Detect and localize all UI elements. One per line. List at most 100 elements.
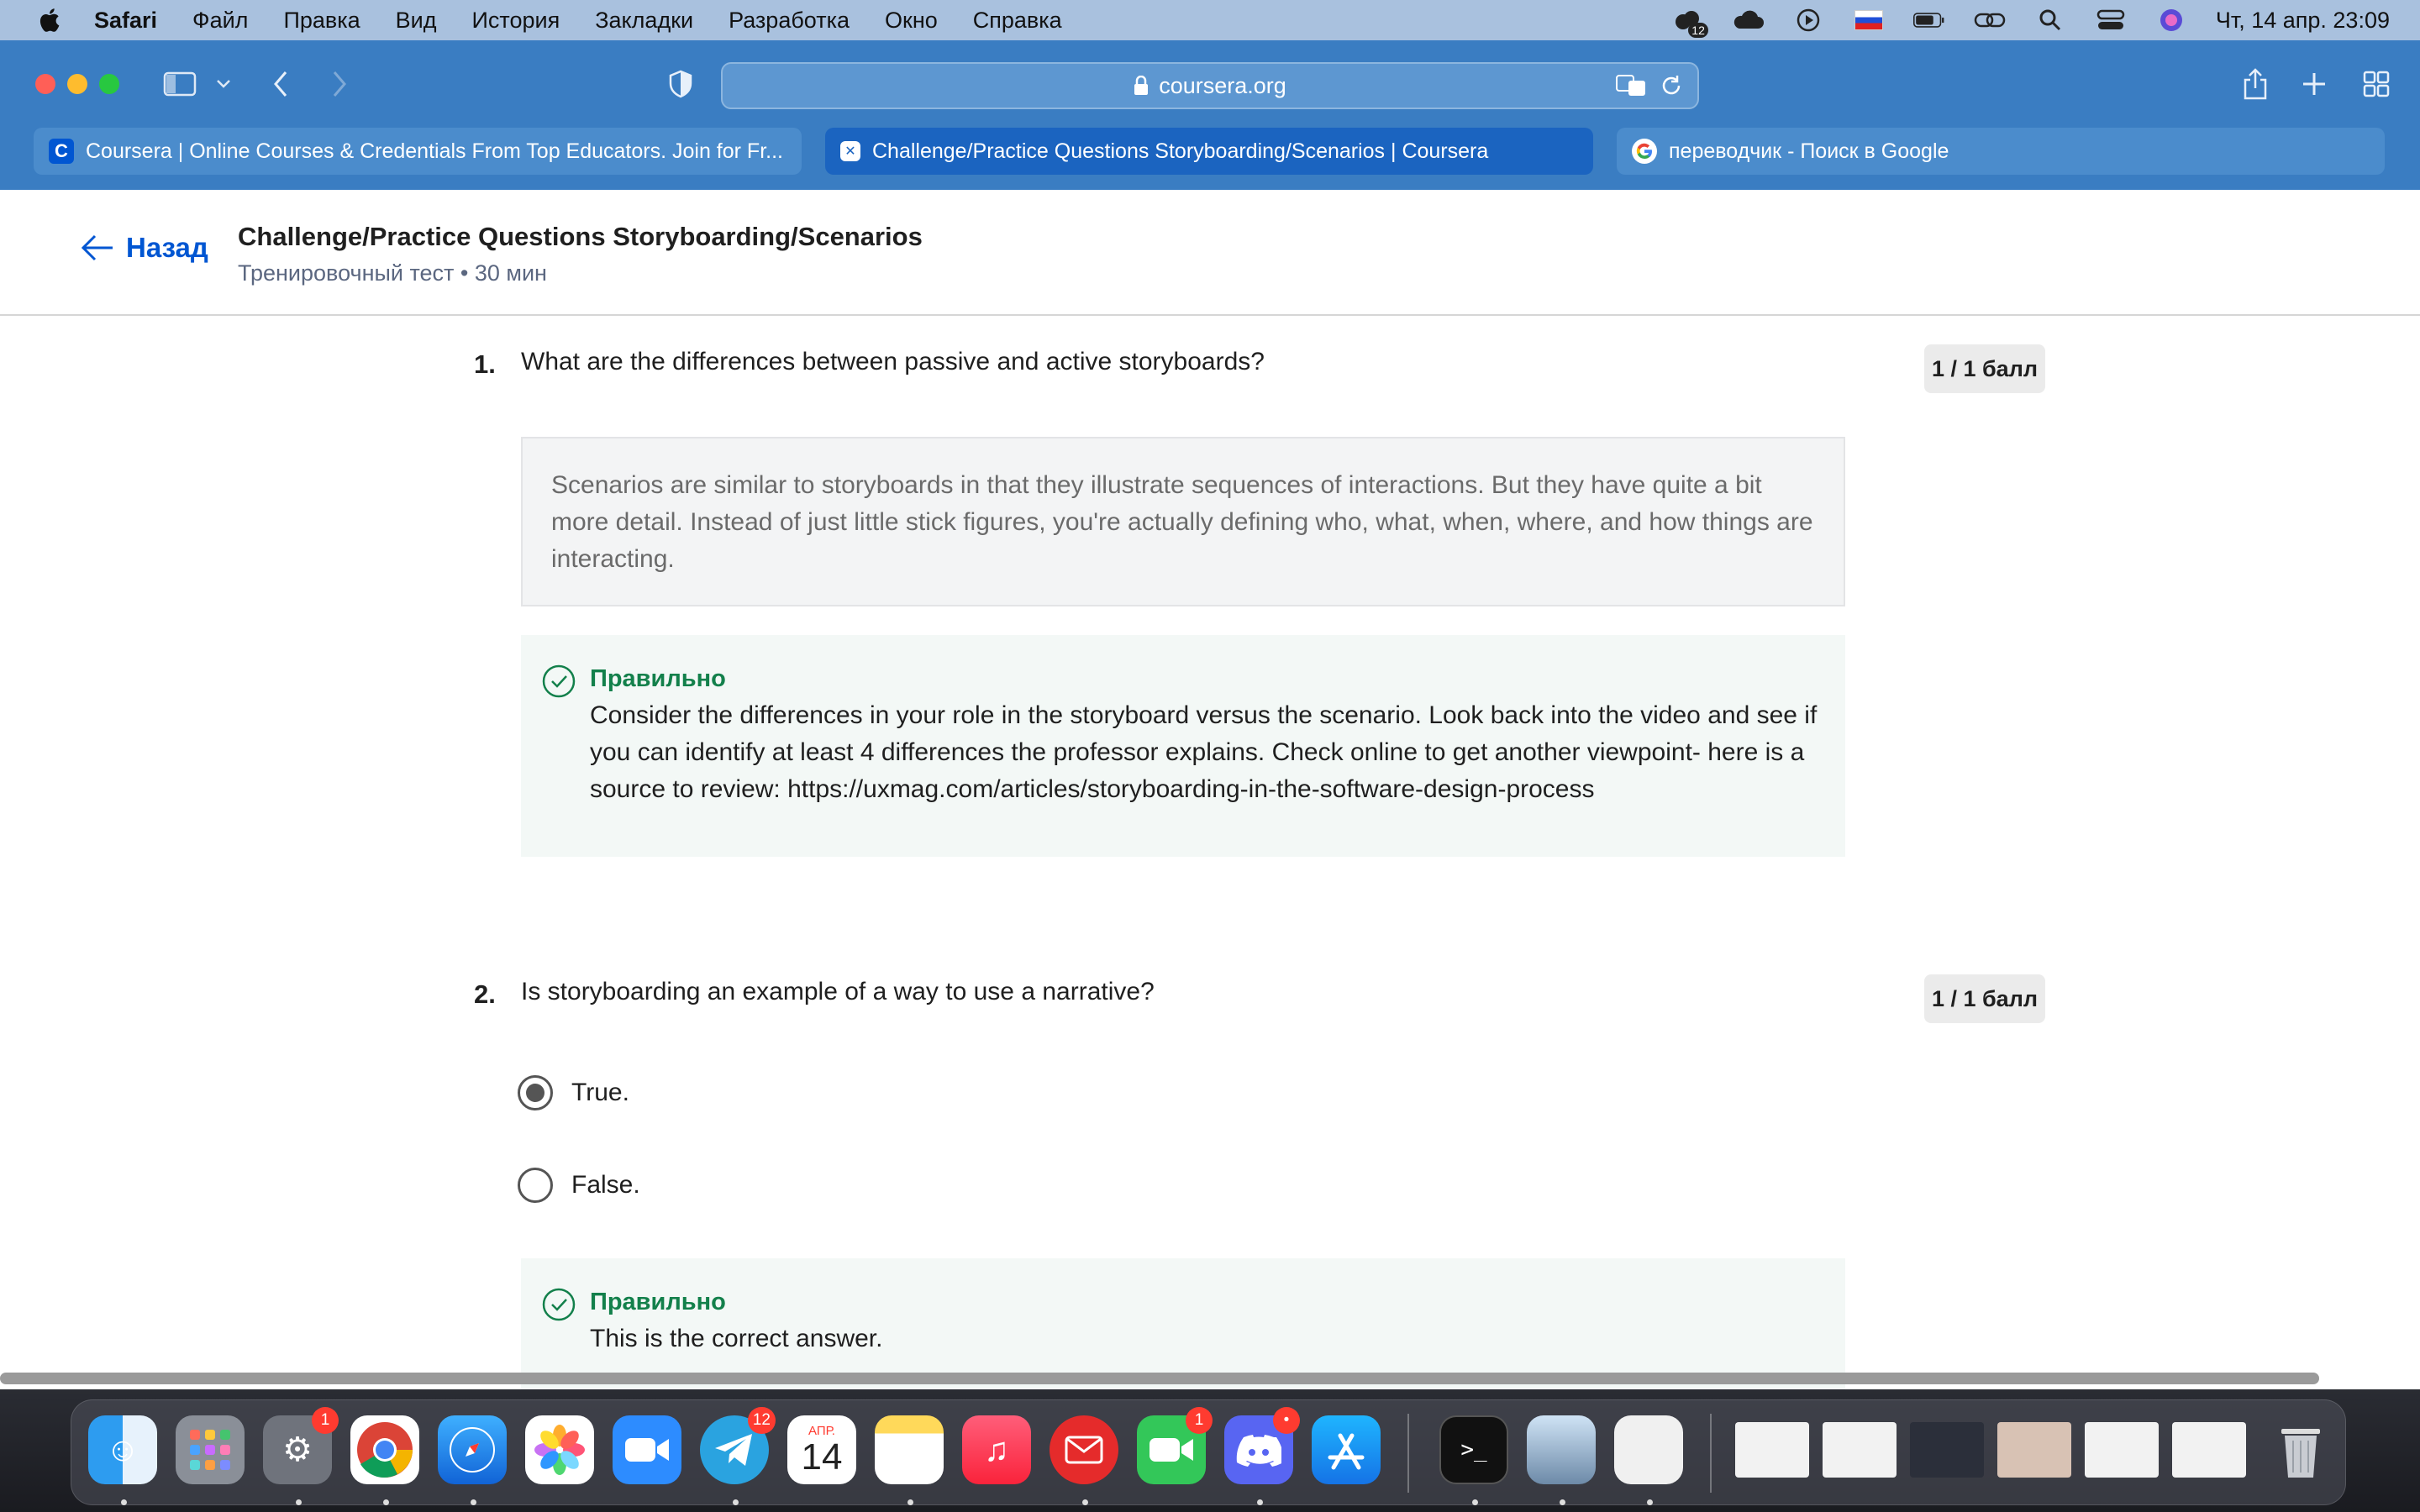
safari-icon[interactable] [438, 1415, 507, 1484]
check-circle-icon [542, 664, 576, 698]
share-icon[interactable] [2235, 64, 2275, 104]
quiz-header: Назад Challenge/Practice Questions Story… [0, 190, 2420, 316]
forward-arrow-icon[interactable] [319, 64, 360, 104]
finder-icon[interactable]: ☺ [88, 1415, 157, 1484]
launchpad-icon[interactable] [176, 1415, 245, 1484]
option-label: False. [571, 1171, 640, 1199]
document-icon[interactable] [1614, 1415, 1683, 1484]
minimized-window-thumbnail[interactable] [1997, 1422, 2071, 1478]
minimized-window-thumbnail[interactable] [1735, 1422, 1809, 1478]
zoom-icon[interactable] [613, 1415, 681, 1484]
radio-selected[interactable] [518, 1075, 553, 1110]
system-settings-icon[interactable]: ⚙ 1 [263, 1407, 339, 1484]
dock-badge: 1 [1186, 1407, 1213, 1434]
dock-badge: • [1273, 1407, 1300, 1434]
menubar-clock[interactable]: Чт, 14 апр. 23:09 [2216, 8, 2390, 34]
address-bar[interactable]: coursera.org [721, 62, 1699, 109]
check-circle-icon [542, 1288, 576, 1321]
feedback-title: Правильно [590, 665, 726, 692]
battery-icon[interactable] [1912, 8, 1945, 33]
calendar-month: АПР. [808, 1423, 835, 1438]
menu-help[interactable]: Справка [973, 8, 1062, 34]
control-center-icon[interactable] [2095, 8, 2127, 33]
chrome-icon[interactable] [350, 1415, 419, 1484]
tab-coursera-home[interactable]: C Coursera | Online Courses & Credential… [34, 128, 802, 175]
discord-icon[interactable]: • [1224, 1407, 1300, 1484]
radio-option-true[interactable]: True. [518, 1075, 629, 1110]
siri-icon[interactable] [2155, 8, 2187, 33]
reload-icon[interactable] [1659, 72, 1684, 99]
question-text: Is storyboarding an example of a way to … [521, 978, 1155, 1005]
back-label: Назад [126, 232, 208, 263]
notes-icon[interactable] [875, 1415, 944, 1484]
new-tab-plus-icon[interactable] [2294, 64, 2334, 104]
input-language-flag-icon[interactable] [1853, 8, 1885, 33]
feedback-text: Consider the differences in your role in… [590, 701, 1818, 803]
minimize-window-button[interactable] [67, 74, 87, 94]
menu-edit[interactable]: Правка [283, 8, 360, 34]
photos-icon[interactable] [525, 1415, 594, 1484]
creative-cloud-icon[interactable]: 12 [1671, 8, 1708, 38]
back-link[interactable]: Назад [81, 232, 208, 264]
apple-menu-icon[interactable] [35, 5, 66, 35]
menu-bookmarks[interactable]: Закладки [595, 8, 693, 34]
menu-view[interactable]: Вид [396, 8, 437, 34]
trash-icon[interactable] [2266, 1415, 2335, 1484]
translate-icon[interactable] [1615, 72, 1647, 99]
chevron-down-icon[interactable] [203, 64, 244, 104]
tab-practice-questions[interactable]: ✕ Challenge/Practice Questions Storyboar… [825, 128, 1593, 175]
music-icon[interactable]: ♫ [962, 1415, 1031, 1484]
minimized-window-thumbnail[interactable] [2085, 1422, 2159, 1478]
menu-file[interactable]: Файл [192, 8, 248, 34]
menu-window[interactable]: Окно [885, 8, 938, 34]
minimized-window-thumbnail[interactable] [1910, 1422, 1984, 1478]
zoom-window-button[interactable] [99, 74, 119, 94]
close-window-button[interactable] [35, 74, 55, 94]
dock: ☺ ⚙ 1 12 АПР. 14 ♫ 1 • >_ [71, 1399, 2346, 1505]
address-text: coursera.org [1159, 72, 1286, 98]
dock-badge: 12 [747, 1407, 776, 1434]
sidebar-toggle-icon[interactable] [160, 64, 200, 104]
preview-icon[interactable] [1527, 1415, 1596, 1484]
link-icon[interactable] [1974, 8, 2006, 33]
menu-develop[interactable]: Разработка [729, 8, 850, 34]
mail-app-icon[interactable] [1050, 1415, 1118, 1484]
desktop-dock-area: ☺ ⚙ 1 12 АПР. 14 ♫ 1 • >_ [0, 1389, 2420, 1512]
coursera-icon: C [49, 139, 74, 164]
google-icon [1632, 139, 1657, 164]
tray-badge: 12 [1688, 23, 1708, 38]
privacy-shield-icon[interactable] [660, 64, 701, 104]
points-badge: 1 / 1 балл [1924, 344, 2045, 393]
calendar-icon[interactable]: АПР. 14 [787, 1415, 856, 1484]
feedback-title: Правильно [590, 1289, 726, 1315]
telegram-icon[interactable]: 12 [700, 1407, 776, 1484]
dock-badge: 1 [312, 1407, 339, 1434]
tab-overview-icon[interactable] [2356, 64, 2396, 104]
feedback-correct: Правильно This is the correct answer. [521, 1258, 1845, 1389]
points-badge: 1 / 1 балл [1924, 974, 2045, 1023]
menu-app-name[interactable]: Safari [94, 8, 157, 34]
menu-bar: Safari Файл Правка Вид История Закладки … [0, 0, 2420, 40]
minimized-window-thumbnail[interactable] [2172, 1422, 2246, 1478]
radio-option-false[interactable]: False. [518, 1168, 640, 1203]
coursera-tab-icon: ✕ [840, 141, 860, 161]
lock-icon [1134, 76, 1149, 95]
calendar-day: 14 [801, 1436, 843, 1478]
question-text: What are the differences between passive… [521, 348, 1265, 375]
menu-history[interactable]: История [472, 8, 560, 34]
feedback-text: This is the correct answer. [590, 1325, 883, 1352]
spotlight-search-icon[interactable] [2034, 8, 2066, 33]
tab-google-search[interactable]: переводчик - Поиск в Google [1617, 128, 2385, 175]
app-store-icon[interactable] [1312, 1415, 1381, 1484]
play-icon[interactable] [1792, 8, 1824, 33]
coursera-page: Назад Challenge/Practice Questions Story… [0, 190, 2420, 1389]
back-arrow-icon[interactable] [260, 64, 301, 104]
icloud-icon[interactable] [1732, 8, 1764, 33]
minimized-window-thumbnail[interactable] [1823, 1422, 1897, 1478]
radio-unselected[interactable] [518, 1168, 553, 1203]
tab-bar: C Coursera | Online Courses & Credential… [34, 128, 2386, 175]
terminal-icon[interactable]: >_ [1439, 1415, 1508, 1484]
facetime-icon[interactable]: 1 [1137, 1407, 1213, 1484]
horizontal-scrollbar[interactable] [0, 1373, 2319, 1384]
tab-label: Challenge/Practice Questions Storyboardi… [872, 139, 1489, 163]
